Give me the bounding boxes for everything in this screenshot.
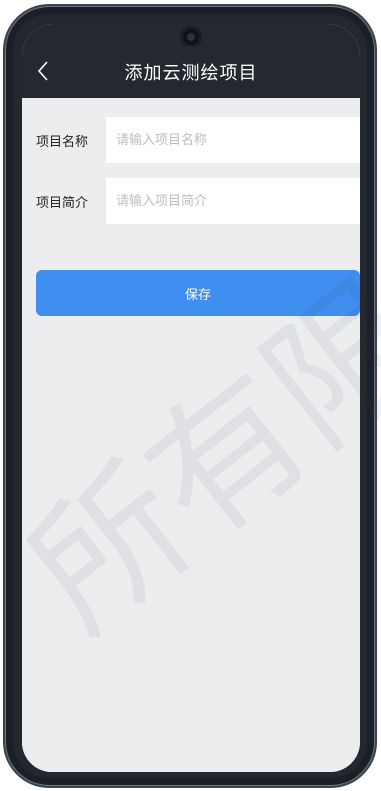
page-title: 添加云测绘项目 <box>124 63 258 84</box>
project-intro-input[interactable] <box>106 178 360 224</box>
navigation-bar: 添加云测绘项目 <box>22 46 360 98</box>
form-area: 项目名称 项目简介 保存 <box>22 98 360 772</box>
chevron-left-icon <box>37 61 48 81</box>
save-button[interactable]: 保存 <box>36 270 360 316</box>
project-name-row: 项目名称 <box>22 117 360 163</box>
project-intro-label: 项目简介 <box>36 195 89 211</box>
project-name-input[interactable] <box>106 117 360 163</box>
project-name-label: 项目名称 <box>36 134 89 150</box>
status-bar <box>22 24 360 48</box>
front-camera <box>180 26 202 48</box>
project-intro-row: 项目简介 <box>22 178 360 224</box>
app-screen: 添加云测绘项目 项目名称 项目简介 保存 <box>22 24 360 772</box>
back-button[interactable] <box>28 56 58 86</box>
